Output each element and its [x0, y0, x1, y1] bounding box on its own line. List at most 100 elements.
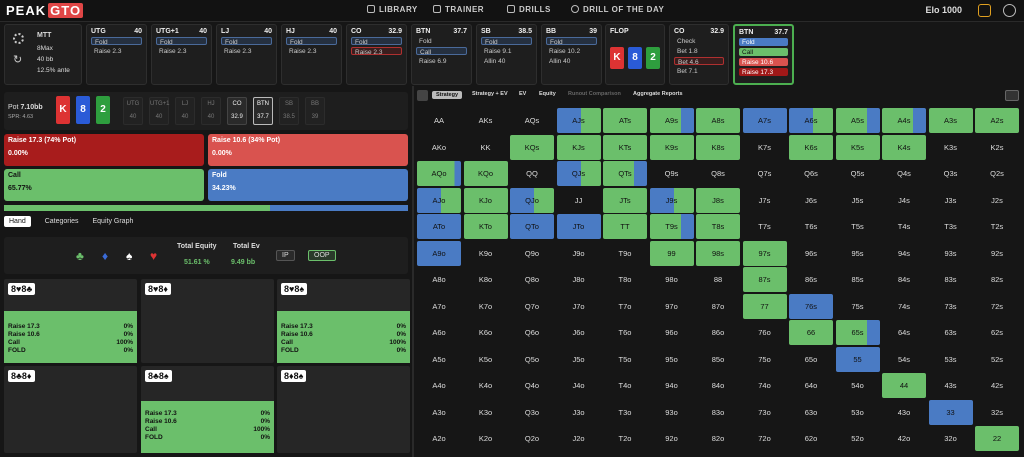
hand-cell[interactable]: Q5o [510, 347, 554, 372]
hand-cell[interactable]: A2o [417, 426, 461, 451]
seat-action[interactable]: Call [416, 47, 467, 56]
hand-cell[interactable]: A8o [417, 267, 461, 292]
settings-toggle-icon[interactable] [1005, 90, 1019, 101]
hand-cell[interactable]: K8s [696, 134, 740, 160]
hand-cell[interactable]: 72s [975, 294, 1019, 319]
hand-cell[interactable]: T2o [603, 426, 647, 451]
hand-cell[interactable]: 82s [975, 267, 1019, 292]
hand-cell[interactable]: KJs [556, 134, 601, 160]
hand-cell[interactable]: 72o [743, 426, 787, 451]
hand-cell[interactable]: 87o [696, 294, 740, 319]
seat-lj[interactable]: LJ 40 Fold Raise 2.3 [216, 24, 277, 85]
hand-cell[interactable]: 65s [835, 320, 880, 345]
hand-cell[interactable]: 86o [696, 320, 740, 345]
hand-cell[interactable]: 43s [929, 373, 973, 398]
nav-trainer[interactable]: TRAINER [433, 5, 484, 14]
game-settings[interactable]: ↻ MTT 8Max 40 bb 12.5% ante [4, 24, 82, 85]
hand-cell[interactable]: Q5s [836, 161, 880, 186]
nav-library[interactable]: LIBRARY [367, 5, 418, 14]
hand-cell[interactable]: K9s [649, 134, 694, 160]
hand-cell[interactable]: K6o [464, 320, 508, 345]
seat-action[interactable]: Fold [481, 37, 532, 46]
hand-cell[interactable]: 85s [836, 267, 880, 292]
hand-cell[interactable]: 94s [882, 241, 926, 266]
seat-action[interactable]: Fold [416, 37, 467, 45]
hand-cell[interactable]: TT [603, 214, 647, 239]
hand-cell[interactable]: K9o [464, 241, 508, 266]
hand-cell[interactable]: 52o [836, 426, 880, 451]
hand-cell[interactable]: 97o [650, 294, 694, 319]
hand-cell[interactable]: 33 [928, 399, 973, 425]
combo-card[interactable]: 8♥8♦ [141, 279, 274, 363]
position-chip-hj[interactable]: HJ 40 [201, 97, 221, 125]
hand-cell[interactable]: 74s [882, 294, 926, 319]
hand-cell[interactable]: J5s [836, 188, 880, 213]
hand-cell[interactable]: QTs [603, 161, 647, 186]
hand-cell[interactable]: K7s [743, 135, 787, 160]
hand-cell[interactable]: A9s [649, 108, 694, 133]
hand-cell[interactable]: K2o [464, 426, 508, 451]
hand-cell[interactable]: A9o [417, 240, 461, 266]
hand-cell[interactable]: J2s [975, 188, 1019, 213]
hand-cell[interactable]: Q8s [696, 161, 740, 186]
hand-cell[interactable]: AKo [417, 135, 461, 160]
hand-cell[interactable]: K7o [464, 294, 508, 319]
nav-drill-of-the-day[interactable]: DRILL OF THE DAY [571, 5, 664, 14]
heart-filter-icon[interactable]: ♥ [150, 249, 157, 263]
hand-cell[interactable]: 32o [929, 426, 973, 451]
seat-action[interactable]: Fold [546, 37, 597, 46]
hand-cell[interactable]: 54s [882, 347, 926, 372]
hand-cell[interactable]: AJo [417, 187, 461, 213]
hand-cell[interactable]: A2s [975, 108, 1019, 133]
combo-card[interactable]: 8♦8♠ [277, 366, 410, 453]
seat-btn-active[interactable]: BTN 37.7 Fold Call Raise 10.6 Raise 17.3 [733, 24, 794, 85]
hand-cell[interactable]: A4s [882, 108, 926, 133]
hand-cell[interactable]: Q4o [510, 373, 554, 398]
logo[interactable]: PEAK GTO [6, 3, 84, 18]
hand-cell[interactable]: 96o [650, 320, 694, 345]
hand-cell[interactable]: 82o [696, 426, 740, 451]
hand-cell[interactable]: J8s [696, 187, 740, 213]
hand-cell[interactable]: T8o [603, 267, 647, 292]
hand-cell[interactable]: 92o [650, 426, 694, 451]
seat-utg-plus1[interactable]: UTG+1 40 Fold Raise 2.3 [151, 24, 212, 85]
hand-cell[interactable]: Q3s [929, 161, 973, 186]
hand-cell[interactable]: J7o [557, 294, 601, 319]
hand-cell[interactable]: ATs [603, 108, 647, 133]
hand-cell[interactable]: K3o [464, 400, 508, 425]
hand-cell[interactable]: T4s [882, 214, 926, 239]
seat-action[interactable]: Allin 40 [546, 57, 597, 65]
seat-action[interactable]: Fold [156, 37, 207, 46]
hand-cell[interactable]: KK [464, 135, 508, 160]
hand-cell[interactable]: Q2s [975, 161, 1019, 186]
seat-action[interactable]: Fold [351, 37, 402, 46]
hand-cell[interactable]: 42o [882, 426, 926, 451]
hand-cell[interactable]: T6o [603, 320, 647, 345]
club-filter-icon[interactable]: ♣ [76, 249, 84, 263]
hand-cell[interactable]: AQo [417, 161, 461, 186]
hand-cell[interactable]: Q9s [650, 161, 694, 186]
hand-cell[interactable]: K4s [882, 134, 926, 160]
hand-cell[interactable]: 92s [975, 241, 1019, 266]
hand-cell[interactable]: 95s [836, 241, 880, 266]
hand-cell[interactable]: AKs [464, 108, 508, 133]
seat-btn[interactable]: BTN 37.7 Fold Call Raise 6.9 [411, 24, 472, 85]
hand-cell[interactable]: 64o [789, 373, 833, 398]
hand-cell[interactable]: A6o [417, 320, 461, 345]
hand-cell[interactable]: 88 [696, 267, 740, 292]
hand-cell[interactable]: 98o [650, 267, 694, 292]
hand-cell[interactable]: A5o [417, 347, 461, 372]
hand-cell[interactable]: J6o [557, 320, 601, 345]
seat-action[interactable]: Raise 2.3 [91, 47, 142, 55]
hand-cell[interactable]: 87s [742, 267, 787, 292]
hand-cell[interactable]: T7o [603, 294, 647, 319]
hand-cell[interactable]: QJo [510, 187, 554, 213]
hand-cell[interactable]: T3s [929, 214, 973, 239]
hand-cell[interactable]: 84o [696, 373, 740, 398]
hand-cell[interactable]: JTs [603, 187, 647, 213]
seat-action[interactable]: Raise 10.2 [546, 47, 597, 55]
seat-action[interactable]: Fold [221, 37, 272, 46]
hand-cell[interactable]: T7s [743, 214, 787, 239]
hand-cell[interactable]: KTo [463, 214, 508, 239]
hand-cell[interactable]: 83s [929, 267, 973, 292]
